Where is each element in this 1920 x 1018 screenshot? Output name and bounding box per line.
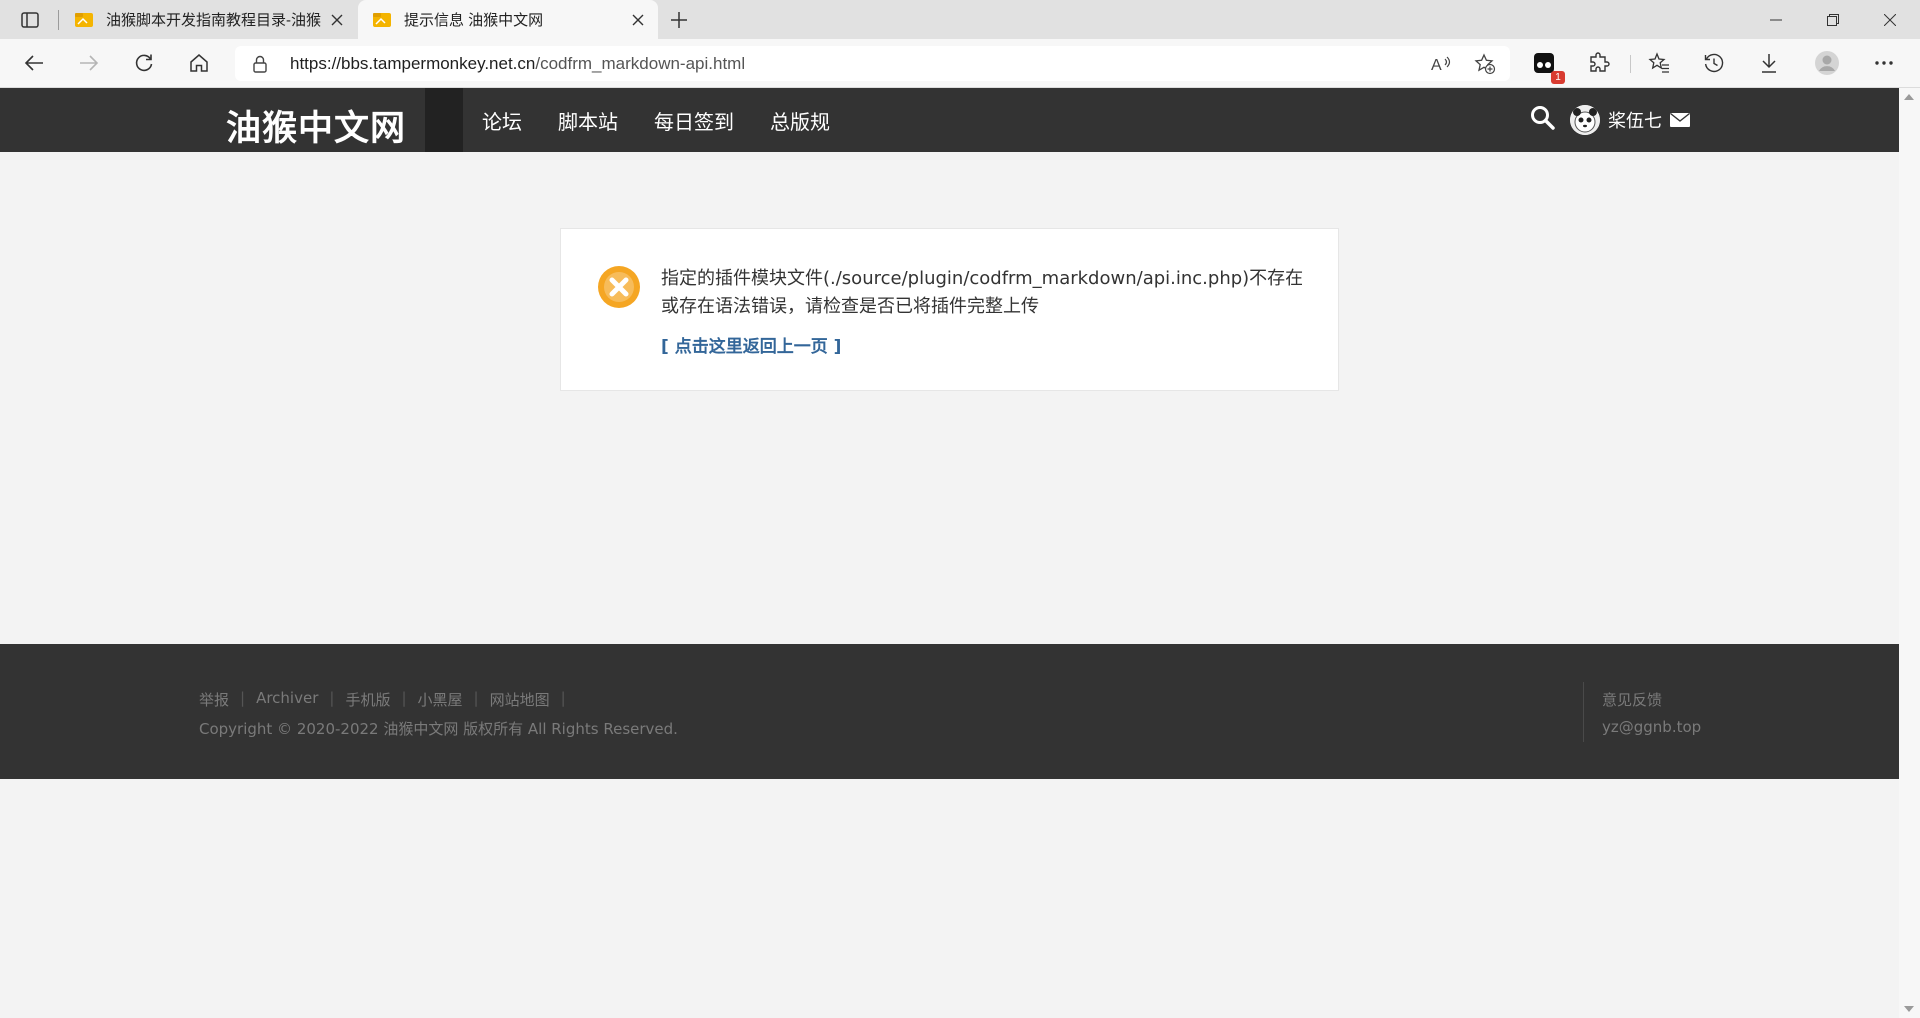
contact-email: yz@ggnb.top [1602, 718, 1702, 736]
address-bar[interactable]: https://bbs.tampermonkey.net.cn/codfrm_m… [235, 46, 1510, 81]
downloads-icon[interactable] [1751, 45, 1787, 81]
mail-icon[interactable] [1670, 112, 1690, 128]
tampermonkey-extension-icon[interactable]: 1 [1526, 45, 1565, 84]
copyright: Copyright © 2020-2022 油猴中文网 版权所有 All Rig… [199, 720, 678, 738]
url-text[interactable]: https://bbs.tampermonkey.net.cn/codfrm_m… [290, 54, 745, 74]
logo-divider [425, 88, 463, 152]
error-message: 指定的插件模块文件(./source/plugin/codfrm_markdow… [661, 268, 1304, 317]
more-menu-icon[interactable] [1866, 45, 1902, 81]
lock-icon[interactable] [251, 54, 271, 74]
nav-item-checkin[interactable]: 每日签到 [654, 106, 734, 135]
nav-item-scripts[interactable]: 脚本站 [558, 106, 618, 135]
username[interactable]: 桨伍七 [1608, 107, 1662, 133]
footer-separator: | [473, 689, 479, 707]
folder-favicon-icon [74, 10, 94, 30]
minimize-button[interactable] [1748, 0, 1804, 39]
nav-item-forum[interactable]: 论坛 [482, 106, 522, 135]
site-logo[interactable]: 油猴中文网 [226, 100, 406, 151]
scroll-down-icon[interactable] [1904, 1006, 1914, 1012]
favorites-icon[interactable] [1641, 45, 1677, 81]
new-tab-button[interactable] [664, 6, 694, 34]
main-nav: 论坛 脚本站 每日签到 总版规 [482, 88, 866, 152]
extensions-icon[interactable] [1581, 45, 1617, 81]
close-tab-icon[interactable] [626, 8, 650, 32]
add-favorite-icon[interactable] [1471, 50, 1499, 78]
feedback-link[interactable]: 意见反馈 [1602, 689, 1662, 710]
tab-inactive[interactable]: 油猴脚本开发指南教程目录-油猴 [60, 0, 357, 39]
toolbar-separator [1630, 55, 1631, 73]
footer-divider [1583, 682, 1584, 742]
scroll-up-icon[interactable] [1904, 94, 1914, 100]
footer-links: 举报 | Archiver | 手机版 | 小黑屋 | 网站地图 | [199, 689, 577, 710]
footer-link-archiver[interactable]: Archiver [256, 689, 318, 710]
restore-button[interactable] [1805, 0, 1861, 39]
footer-link-report[interactable]: 举报 [199, 689, 229, 710]
url-path: /codfrm_markdown-api.html [535, 54, 746, 73]
back-button[interactable] [16, 45, 52, 81]
tab-title: 提示信息 油猴中文网 [404, 12, 544, 29]
footer-link-mobile[interactable]: 手机版 [345, 689, 390, 710]
history-icon[interactable] [1696, 45, 1732, 81]
back-link[interactable]: [ 点击这里返回上一页 ] [661, 332, 841, 357]
url-host: https://bbs.tampermonkey.net.cn [290, 54, 536, 73]
alert-message-box: 指定的插件模块文件(./source/plugin/codfrm_markdow… [560, 228, 1339, 391]
refresh-button[interactable] [126, 45, 162, 81]
tab-separator [58, 10, 59, 30]
nav-item-rules[interactable]: 总版规 [770, 106, 830, 135]
svg-text:A: A [1431, 57, 1442, 73]
footer-separator: | [401, 689, 407, 707]
read-aloud-icon[interactable]: A [1427, 50, 1455, 78]
forward-button[interactable] [71, 45, 107, 81]
extension-badge: 1 [1551, 71, 1565, 84]
close-tab-icon[interactable] [325, 8, 349, 32]
browser-toolbar: https://bbs.tampermonkey.net.cn/codfrm_m… [0, 39, 1920, 88]
footer-link-blackroom[interactable]: 小黑屋 [418, 689, 463, 710]
user-bar: 桨伍七 [1530, 102, 1690, 138]
close-window-button[interactable] [1862, 0, 1918, 39]
avatar[interactable] [1570, 105, 1600, 135]
tab-title: 油猴脚本开发指南教程目录-油猴 [106, 12, 321, 29]
tab-strip: 油猴脚本开发指南教程目录-油猴 提示信息 油猴中文网 [0, 0, 1920, 39]
search-icon[interactable] [1530, 105, 1556, 136]
error-icon [597, 265, 641, 309]
tab-actions-icon[interactable] [14, 8, 46, 32]
profile-icon[interactable] [1809, 45, 1845, 81]
home-button[interactable] [181, 45, 217, 81]
page-scrollbar[interactable] [1899, 88, 1920, 1018]
tab-active[interactable]: 提示信息 油猴中文网 [358, 0, 658, 39]
footer-separator: | [240, 689, 246, 707]
site-footer: 举报 | Archiver | 手机版 | 小黑屋 | 网站地图 | Copyright … [0, 644, 1899, 779]
footer-separator: | [560, 689, 566, 707]
folder-favicon-icon [372, 10, 392, 30]
footer-link-sitemap[interactable]: 网站地图 [490, 689, 550, 710]
footer-separator: | [329, 689, 335, 707]
site-header: 油猴中文网 论坛 脚本站 每日签到 总版规 桨伍七 [0, 88, 1899, 152]
